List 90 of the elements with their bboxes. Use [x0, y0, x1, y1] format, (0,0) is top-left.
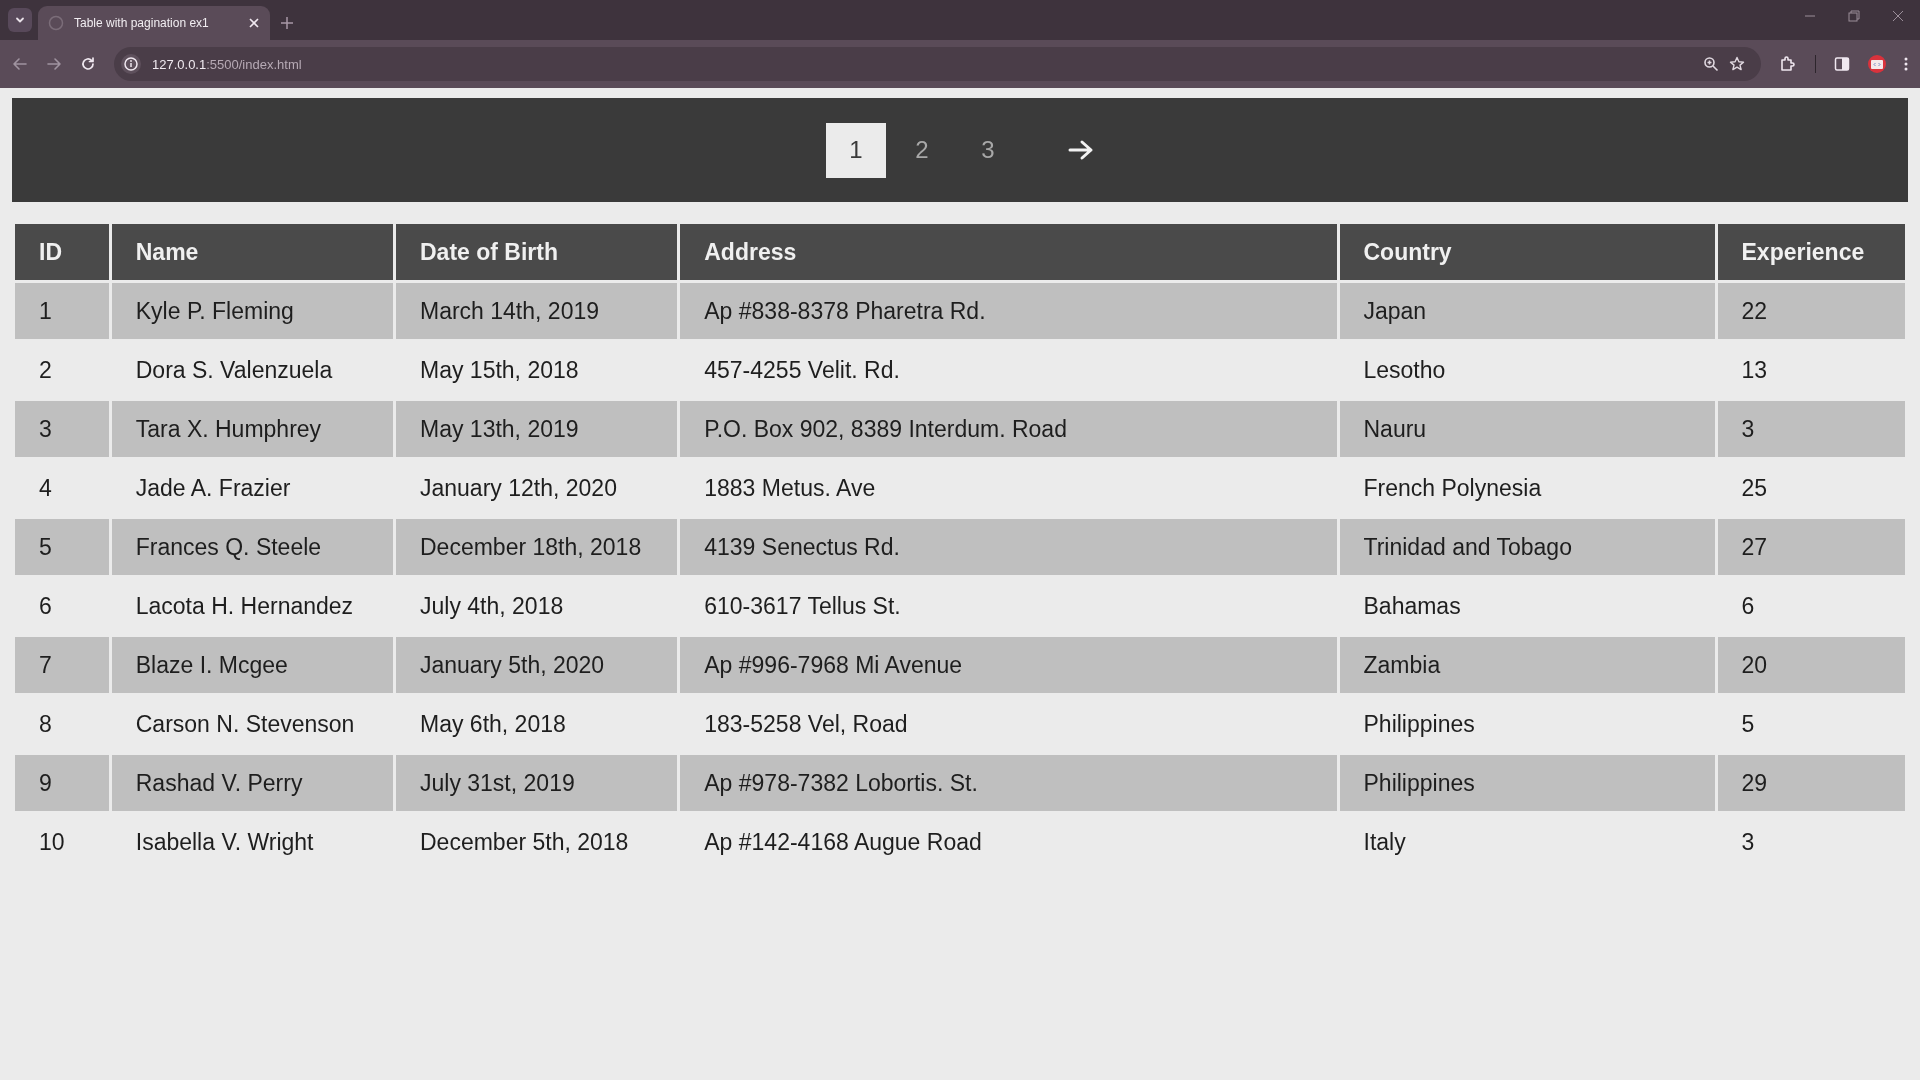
table-cell-text: Isabella V. Wright	[134, 827, 315, 857]
column-header: Date of Birth	[396, 224, 678, 280]
restore-icon[interactable]	[1848, 10, 1860, 22]
url-text: 127.0.0.1:5500/index.html	[152, 56, 303, 72]
table-cell: Kyle P. Fleming	[111, 283, 393, 339]
column-header: Country	[1339, 224, 1715, 280]
table-cell: December 18th, 2018	[396, 519, 678, 575]
table-cell-text: Bahamas	[1362, 591, 1462, 621]
table-cell-text: May 6th, 2018	[419, 709, 567, 739]
table-cell: Japan	[1339, 283, 1715, 339]
table-cell: 7	[15, 637, 109, 693]
table-cell: 27	[1717, 519, 1905, 575]
menu-icon[interactable]	[1904, 56, 1908, 72]
column-header: Address	[680, 224, 1337, 280]
table-cell: Ap #978-7382 Lobortis. St.	[680, 755, 1337, 811]
table-cell: 1	[15, 283, 109, 339]
close-icon[interactable]	[1892, 10, 1904, 22]
table-cell: 20	[1717, 637, 1905, 693]
table-cell-text: 6	[38, 591, 53, 621]
table-cell-text: July 4th, 2018	[419, 591, 565, 621]
table-cell-text: Carson N. Stevenson	[134, 709, 356, 739]
browser-tab[interactable]: Table with pagination ex1	[38, 6, 270, 40]
table-cell: 3	[1717, 401, 1905, 457]
table-cell: Zambia	[1339, 637, 1715, 693]
table-cell-text: 4	[38, 473, 53, 503]
table-cell-text: 183-5258 Vel, Road	[703, 709, 909, 739]
table-cell-text: 3	[1740, 827, 1756, 857]
plus-icon[interactable]	[280, 16, 294, 30]
table-cell: Blaze I. Mcgee	[111, 637, 393, 693]
table-cell-text: French Polynesia	[1362, 473, 1543, 503]
table-cell-text: Ap #142-4168 Augue Road	[703, 827, 983, 857]
column-header: Name	[111, 224, 393, 280]
table-cell: July 31st, 2019	[396, 755, 678, 811]
table-cell: 29	[1717, 755, 1905, 811]
table-cell: Ap #838-8378 Pharetra Rd.	[680, 283, 1337, 339]
next-page-button[interactable]	[1068, 139, 1094, 161]
table-cell: May 13th, 2019	[396, 401, 678, 457]
reload-icon[interactable]	[80, 56, 96, 72]
table-cell-text: May 15th, 2018	[419, 355, 580, 385]
star-icon[interactable]	[1729, 56, 1745, 72]
table-cell: 4139 Senectus Rd.	[680, 519, 1337, 575]
table-cell-text: 2	[38, 355, 53, 385]
table-cell: Ap #996-7968 Mi Avenue	[680, 637, 1337, 693]
address-bar[interactable]: 127.0.0.1:5500/index.html	[114, 47, 1761, 81]
table-cell: March 14th, 2019	[396, 283, 678, 339]
table-cell-text: 8	[38, 709, 53, 739]
table-cell: Trinidad and Tobago	[1339, 519, 1715, 575]
table-cell-text: December 5th, 2018	[419, 827, 630, 857]
table-cell: 5	[15, 519, 109, 575]
extension-icon[interactable]	[1868, 55, 1886, 73]
column-header: Experience	[1717, 224, 1905, 280]
tab-list-button[interactable]	[8, 8, 32, 32]
side-panel-icon[interactable]	[1834, 56, 1850, 72]
page-button[interactable]: 2	[892, 122, 952, 178]
table-cell: Philippines	[1339, 755, 1715, 811]
table-cell-text: Lacota H. Hernandez	[134, 591, 355, 621]
table-cell-text: Dora S. Valenzuela	[134, 355, 334, 385]
table-cell: 3	[15, 401, 109, 457]
table-cell-text: 457-4255 Velit. Rd.	[703, 355, 901, 385]
column-header: ID	[15, 224, 109, 280]
tab-title: Table with pagination ex1	[74, 16, 210, 30]
table-cell-text: 13	[1740, 355, 1769, 385]
table-cell-text: 6	[1740, 591, 1756, 621]
zoom-icon[interactable]	[1703, 56, 1719, 72]
table-cell: Tara X. Humphrey	[111, 401, 393, 457]
page-button[interactable]: 1	[826, 122, 886, 178]
info-icon[interactable]	[120, 53, 142, 75]
table-cell-text: Philippines	[1362, 709, 1476, 739]
forward-icon[interactable]	[46, 56, 62, 72]
table-cell-text: Italy	[1362, 827, 1407, 857]
table-cell-text: 10	[38, 827, 66, 857]
table-cell: 22	[1717, 283, 1905, 339]
table-cell: P.O. Box 902, 8389 Interdum. Road	[680, 401, 1337, 457]
page-button[interactable]: 3	[958, 122, 1018, 178]
table-cell: Nauru	[1339, 401, 1715, 457]
table-cell-text: Jade A. Frazier	[134, 473, 292, 503]
table-cell-text: 25	[1740, 473, 1769, 503]
table-cell-text: 1883 Metus. Ave	[703, 473, 877, 503]
table-cell: January 5th, 2020	[396, 637, 678, 693]
puzzle-icon[interactable]	[1779, 55, 1797, 73]
table-cell-text: 610-3617 Tellus St.	[703, 591, 902, 621]
table-cell-text: January 12th, 2020	[419, 473, 618, 503]
code-icon	[1871, 59, 1883, 69]
table-cell: Frances Q. Steele	[111, 519, 393, 575]
table-cell: Rashad V. Perry	[111, 755, 393, 811]
table-cell-text: 5	[1740, 709, 1756, 739]
table-cell-text: Lesotho	[1362, 355, 1447, 385]
table-cell: 9	[15, 755, 109, 811]
arrow-right-icon	[1068, 139, 1094, 161]
back-icon[interactable]	[12, 56, 28, 72]
